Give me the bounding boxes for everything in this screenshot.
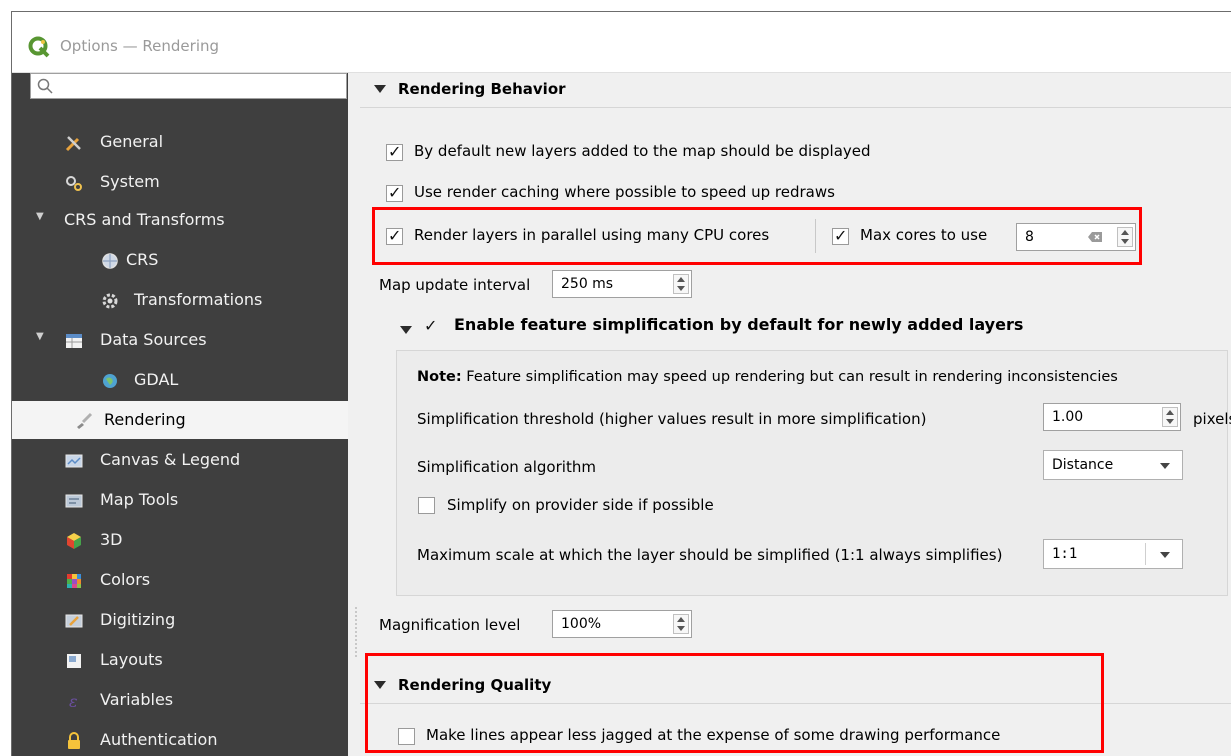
collapse-arrow-icon[interactable]: ▼ bbox=[36, 211, 44, 222]
sidebar-item-data-sources[interactable]: ▼ Data Sources bbox=[12, 321, 348, 359]
check-icon: ✓ bbox=[388, 142, 402, 161]
simplification-group: Note: Feature simplification may speed u… bbox=[396, 350, 1231, 596]
sidebar-item-general[interactable]: General bbox=[12, 123, 348, 161]
spin-down-icon bbox=[1166, 419, 1174, 424]
spin-buttons[interactable] bbox=[673, 274, 689, 294]
combo-separator bbox=[1145, 543, 1146, 565]
sidebar-item-transformations[interactable]: Transformations bbox=[12, 281, 348, 319]
sidebar-item-layouts[interactable]: Layouts bbox=[12, 641, 348, 679]
sidebar-item-map-tools[interactable]: Map Tools bbox=[12, 481, 348, 519]
sidebar-item-crs[interactable]: CRS bbox=[12, 241, 348, 279]
tools-icon bbox=[65, 136, 81, 152]
sidebar-item-crs-and-transforms[interactable]: ▼ CRS and Transforms bbox=[12, 201, 348, 239]
provider-side-label: Simplify on provider side if possible bbox=[447, 496, 714, 514]
sidebar-item-canvas-legend[interactable]: Canvas & Legend bbox=[12, 441, 348, 479]
simplification-title: Enable feature simplification by default… bbox=[454, 315, 1024, 334]
sidebar-item-colors[interactable]: Colors bbox=[12, 561, 348, 599]
collapse-triangle-icon[interactable] bbox=[400, 326, 412, 334]
window-title: Options — Rendering bbox=[60, 37, 220, 55]
spin-up-icon bbox=[677, 617, 685, 622]
threshold-spinbox[interactable]: 1.00 bbox=[1043, 403, 1181, 431]
check-icon: ✓ bbox=[424, 316, 438, 335]
sidebar-item-3d[interactable]: 3D bbox=[12, 521, 348, 559]
rendering-behavior-header[interactable]: Rendering Behavior bbox=[360, 73, 1231, 108]
map-update-spinbox[interactable]: 250 ms bbox=[552, 270, 692, 298]
spin-up-icon bbox=[677, 277, 685, 282]
system-gear-icon bbox=[66, 176, 82, 191]
table-icon bbox=[66, 334, 82, 348]
threshold-unit: pixels bbox=[1193, 410, 1231, 428]
sidebar-item-system[interactable]: System bbox=[12, 163, 348, 201]
simplification-checkbox[interactable]: ✓ bbox=[422, 316, 439, 335]
note-text: Feature simplification may speed up rend… bbox=[461, 369, 1118, 385]
svg-text:ε: ε bbox=[69, 692, 78, 711]
variables-icon: ε bbox=[69, 692, 78, 711]
rendering-settings-panel: Rendering Behavior ✓ By default new laye… bbox=[360, 73, 1231, 756]
note-label: Note: bbox=[417, 369, 462, 385]
globe-icon bbox=[102, 253, 118, 269]
default-display-label: By default new layers added to the map s… bbox=[414, 142, 871, 160]
highlight-box-parallel bbox=[372, 207, 1142, 265]
splitter-grip bbox=[355, 607, 359, 657]
threshold-label: Simplification threshold (higher values … bbox=[417, 410, 927, 428]
max-scale-select[interactable]: 1:1 bbox=[1043, 539, 1183, 569]
search-icon bbox=[37, 78, 53, 94]
chevron-down-icon bbox=[1160, 552, 1170, 558]
highlight-box-quality bbox=[365, 653, 1104, 753]
transform-gear-icon bbox=[102, 293, 118, 309]
max-scale-label: Maximum scale at which the layer should … bbox=[417, 546, 1003, 564]
digitizing-icon bbox=[65, 614, 83, 628]
spin-buttons[interactable] bbox=[673, 614, 689, 634]
sidebar-item-variables[interactable]: ε Variables bbox=[12, 681, 348, 719]
options-window: Options — Rendering General System ▼ CRS… bbox=[11, 11, 1231, 756]
canvas-icon bbox=[65, 454, 83, 468]
collapse-arrow-icon[interactable]: ▼ bbox=[36, 331, 44, 342]
provider-side-checkbox[interactable] bbox=[418, 497, 435, 514]
collapse-triangle-icon bbox=[374, 85, 386, 93]
default-display-checkbox[interactable]: ✓ bbox=[386, 142, 403, 161]
sidebar-item-authentication[interactable]: Authentication bbox=[12, 721, 348, 756]
render-caching-label: Use render caching where possible to spe… bbox=[414, 183, 835, 201]
spin-down-icon bbox=[677, 286, 685, 291]
gdal-globe-icon bbox=[103, 374, 117, 388]
map-update-label: Map update interval bbox=[379, 276, 531, 294]
sidebar-item-rendering[interactable]: Rendering bbox=[12, 401, 348, 439]
chevron-down-icon bbox=[1160, 463, 1170, 469]
layouts-icon bbox=[67, 654, 81, 668]
simplification-note: Note: Feature simplification may speed u… bbox=[417, 369, 1118, 385]
qgis-logo-icon bbox=[28, 36, 50, 58]
check-icon: ✓ bbox=[388, 183, 402, 202]
map-tools-icon bbox=[65, 494, 83, 508]
spin-down-icon bbox=[677, 626, 685, 631]
algorithm-select[interactable]: Distance bbox=[1043, 450, 1183, 480]
lock-icon bbox=[68, 732, 80, 749]
sidebar-item-digitizing[interactable]: Digitizing bbox=[12, 601, 348, 639]
search-input[interactable] bbox=[30, 73, 347, 99]
brush-icon bbox=[77, 412, 93, 429]
title-bar: Options — Rendering bbox=[12, 12, 1231, 73]
spin-up-icon bbox=[1166, 410, 1174, 415]
render-caching-checkbox[interactable]: ✓ bbox=[386, 183, 403, 202]
sidebar-item-gdal[interactable]: GDAL bbox=[12, 361, 348, 399]
spin-buttons[interactable] bbox=[1162, 407, 1178, 427]
magnification-label: Magnification level bbox=[379, 616, 521, 634]
magnification-spinbox[interactable]: 100% bbox=[552, 610, 692, 638]
algorithm-label: Simplification algorithm bbox=[417, 458, 596, 476]
cube-icon bbox=[67, 533, 81, 549]
options-sidebar: General System ▼ CRS and Transforms CRS bbox=[12, 73, 348, 756]
palette-icon bbox=[67, 574, 81, 588]
